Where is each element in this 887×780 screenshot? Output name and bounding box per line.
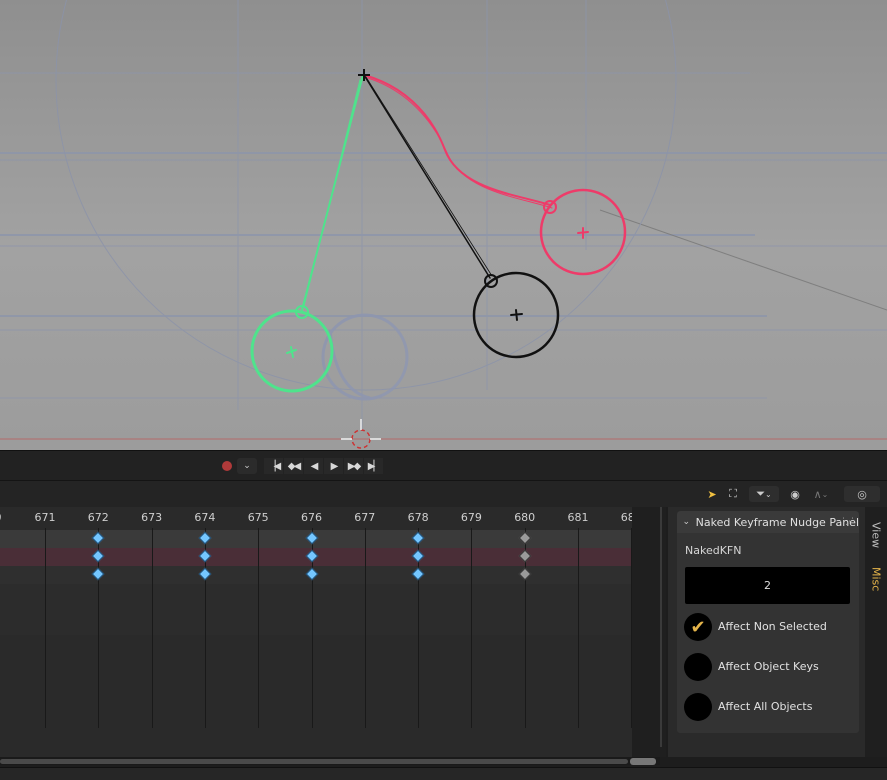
- frame-gridline: [471, 528, 472, 728]
- proportional-edit-icon[interactable]: ◉: [786, 486, 804, 502]
- checkbox-empty-icon: [684, 693, 712, 721]
- jump-start-icon: ▕◀: [267, 460, 281, 472]
- checkbox-label: Affect Non Selected: [718, 620, 827, 633]
- affect-all-objects-checkbox[interactable]: Affect All Objects: [684, 693, 854, 721]
- 3d-viewport[interactable]: [0, 0, 887, 450]
- frame-gridline: [152, 528, 153, 728]
- frame-gridline: [578, 528, 579, 728]
- falloff-icon: ∧: [813, 487, 822, 501]
- next-keyframe-icon: ▶◆: [347, 460, 361, 472]
- tab-misc[interactable]: Misc: [867, 559, 885, 599]
- dopesheet-area[interactable]: 0 671672673674675676677678679680681682: [0, 507, 666, 757]
- chevron-down-icon: ⌄: [682, 517, 691, 527]
- play-reverse-icon: ◀: [310, 460, 319, 472]
- dopesheet-header: ➤ ⛶ ⏷ ⌄ ◉ ∧ ⌄ ◎: [0, 480, 887, 507]
- record-options-dropdown[interactable]: ⌄: [237, 458, 257, 474]
- jump-end-icon: ▶▏: [367, 460, 381, 472]
- frame-label: 675: [247, 511, 269, 524]
- chevron-down-icon: ⌄: [821, 489, 829, 499]
- vertical-scrollbar[interactable]: [660, 507, 662, 747]
- chevron-down-icon: ⌄: [243, 461, 251, 471]
- filter-icon: ⏷: [756, 487, 766, 500]
- frame-label: 672: [87, 511, 109, 524]
- frame-label: 679: [460, 511, 482, 524]
- jump-end-button[interactable]: ▶▏: [364, 458, 383, 474]
- panel-label: NakedKFN: [685, 544, 742, 557]
- falloff-dropdown[interactable]: ∧ ⌄: [806, 486, 836, 502]
- prev-keyframe-button[interactable]: ◆◀: [284, 458, 303, 474]
- scrollbar-thumb[interactable]: [0, 759, 628, 764]
- affect-object-keys-checkbox[interactable]: Affect Object Keys: [684, 653, 854, 681]
- checkbox-label: Affect Object Keys: [718, 660, 819, 673]
- affect-non-selected-checkbox[interactable]: ✔ Affect Non Selected: [684, 613, 854, 641]
- frame-label: 674: [194, 511, 216, 524]
- frame-gridline: [258, 528, 259, 728]
- jump-start-button[interactable]: ▕◀: [264, 458, 283, 474]
- scrollbar-handle[interactable]: [630, 758, 656, 765]
- play-icon: ▶: [330, 460, 339, 472]
- panel-title: Naked Keyframe Nudge Panel: [695, 515, 859, 529]
- filter-dropdown[interactable]: ⏷ ⌄: [749, 486, 779, 502]
- status-bar: [0, 767, 887, 780]
- nudge-amount-field[interactable]: 2: [685, 567, 850, 604]
- play-reverse-button[interactable]: ◀: [304, 458, 323, 474]
- drag-grip-icon[interactable]: ⋰⋰: [836, 517, 854, 527]
- checkmark-icon: ✔: [684, 613, 712, 641]
- frame-label: 671: [34, 511, 56, 524]
- record-dot-icon[interactable]: [222, 461, 232, 471]
- playback-bar: ⌄ ▕◀ ◆◀ ◀ ▶ ▶◆ ▶▏: [0, 450, 887, 480]
- naked-keyframe-nudge-panel: ⌄ Naked Keyframe Nudge Panel ⋰⋰ NakedKFN…: [676, 510, 860, 734]
- empty-row: [0, 584, 632, 635]
- cursor-select-icon[interactable]: ➤: [704, 486, 720, 502]
- frame-label: 678: [407, 511, 429, 524]
- frame-label: 673: [141, 511, 163, 524]
- frame-gridline: [45, 528, 46, 728]
- next-keyframe-button[interactable]: ▶◆: [344, 458, 363, 474]
- prev-keyframe-icon: ◆◀: [287, 460, 301, 472]
- play-button[interactable]: ▶: [324, 458, 343, 474]
- checkbox-label: Affect All Objects: [718, 700, 813, 713]
- frame-label: 677: [354, 511, 376, 524]
- checkbox-empty-icon: [684, 653, 712, 681]
- frame-gridline: [365, 528, 366, 728]
- chevron-down-icon: ⌄: [765, 489, 772, 499]
- overlay-icon[interactable]: ◎: [844, 486, 880, 502]
- frame-label: 680: [514, 511, 536, 524]
- sidebar-tabs: View Misc: [865, 507, 887, 757]
- box-select-icon[interactable]: ⛶: [724, 486, 742, 502]
- tab-view[interactable]: View: [867, 515, 885, 555]
- frame-label: 676: [301, 511, 322, 524]
- panel-header[interactable]: ⌄ Naked Keyframe Nudge Panel ⋰⋰: [677, 511, 859, 533]
- viewport-canvas: [0, 0, 887, 450]
- frame-label: 681: [567, 511, 589, 524]
- frame-label-partial: 0: [0, 511, 2, 524]
